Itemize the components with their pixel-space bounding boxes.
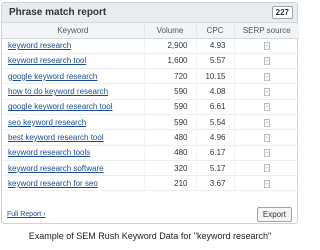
- volume-cell: 1,600: [144, 53, 197, 70]
- table-row: keyword research tools 480 6.17: [2, 145, 299, 161]
- column-header-volume[interactable]: Volume: [144, 23, 197, 39]
- export-button[interactable]: Export: [256, 207, 292, 222]
- widget-title: Phrase match report: [9, 7, 107, 18]
- table-row: seo keyword research 590 5.54: [2, 114, 299, 131]
- cpc-cell: 3.67: [196, 175, 235, 192]
- column-header-keyword[interactable]: Keyword: [2, 23, 145, 39]
- volume-cell: 320: [144, 160, 197, 177]
- serp-document-icon[interactable]: [263, 179, 270, 188]
- keyword-link[interactable]: keyword research tools: [8, 148, 90, 157]
- table-row: google keyword research tool 590 6.61: [2, 99, 299, 115]
- phrase-match-widget: Phrase match report 227 Keyword Volume C…: [1, 2, 299, 224]
- volume-cell: 590: [144, 99, 197, 115]
- keyword-table: Keyword Volume CPC SERP source keyword r…: [2, 23, 299, 192]
- column-header-cpc[interactable]: CPC: [196, 23, 235, 39]
- table-row: keyword research 2,900 4.93: [2, 38, 299, 54]
- keyword-link[interactable]: keyword research software: [8, 164, 104, 173]
- cpc-cell: 4.96: [196, 129, 235, 146]
- serp-document-icon[interactable]: [263, 42, 270, 51]
- serp-document-icon[interactable]: [263, 118, 270, 127]
- volume-cell: 210: [144, 175, 197, 192]
- serp-document-icon[interactable]: [263, 72, 270, 81]
- table-row: keyword research tool 1,600 5.57: [2, 53, 299, 70]
- cpc-cell: 6.17: [196, 145, 235, 161]
- cpc-cell: 4.93: [196, 38, 235, 54]
- volume-cell: 590: [144, 114, 197, 131]
- volume-cell: 2,900: [144, 38, 197, 54]
- keyword-link[interactable]: keyword research for seo: [8, 179, 98, 188]
- column-header-serp-source: SERP source: [234, 23, 299, 39]
- image-caption: Example of SEM Rush Keyword Data for "ke…: [28, 231, 272, 241]
- widget-header: Phrase match report 227: [2, 3, 297, 23]
- serp-document-icon[interactable]: [263, 57, 270, 66]
- keyword-link[interactable]: seo keyword research: [8, 118, 86, 127]
- volume-cell: 590: [144, 83, 197, 100]
- table-row: keyword research software 320 5.17: [2, 160, 299, 177]
- keyword-link[interactable]: keyword research: [8, 41, 71, 50]
- keyword-link[interactable]: best keyword research tool: [8, 133, 104, 142]
- serp-document-icon[interactable]: [263, 87, 270, 96]
- full-report-link[interactable]: Full Report ›: [7, 211, 46, 218]
- cpc-cell: 5.17: [196, 160, 235, 177]
- count-badge: 227: [271, 6, 293, 19]
- keyword-link[interactable]: how to do keyword research: [8, 87, 108, 96]
- cpc-cell: 4.08: [196, 83, 235, 100]
- keyword-link[interactable]: google keyword research tool: [8, 102, 113, 111]
- cpc-cell: 5.54: [196, 114, 235, 131]
- volume-cell: 480: [144, 145, 197, 161]
- cpc-cell: 5.57: [196, 53, 235, 70]
- serp-document-icon[interactable]: [263, 164, 270, 173]
- serp-document-icon[interactable]: [263, 133, 270, 142]
- table-row: how to do keyword research 590 4.08: [2, 83, 299, 100]
- table-header-row: Keyword Volume CPC SERP source: [2, 23, 299, 39]
- cpc-cell: 10.15: [196, 68, 235, 85]
- keyword-link[interactable]: google keyword research: [8, 72, 97, 81]
- serp-document-icon[interactable]: [263, 103, 270, 112]
- table-row: google keyword research 720 10.15: [2, 68, 299, 85]
- volume-cell: 720: [144, 68, 197, 85]
- cpc-cell: 6.61: [196, 99, 235, 115]
- volume-cell: 480: [144, 129, 197, 146]
- keyword-link[interactable]: keyword research tool: [8, 56, 86, 65]
- widget-footer: Full Report › Export: [2, 206, 297, 223]
- table-row: best keyword research tool 480 4.96: [2, 129, 299, 146]
- table-row: keyword research for seo 210 3.67: [2, 175, 299, 192]
- serp-document-icon[interactable]: [263, 149, 270, 158]
